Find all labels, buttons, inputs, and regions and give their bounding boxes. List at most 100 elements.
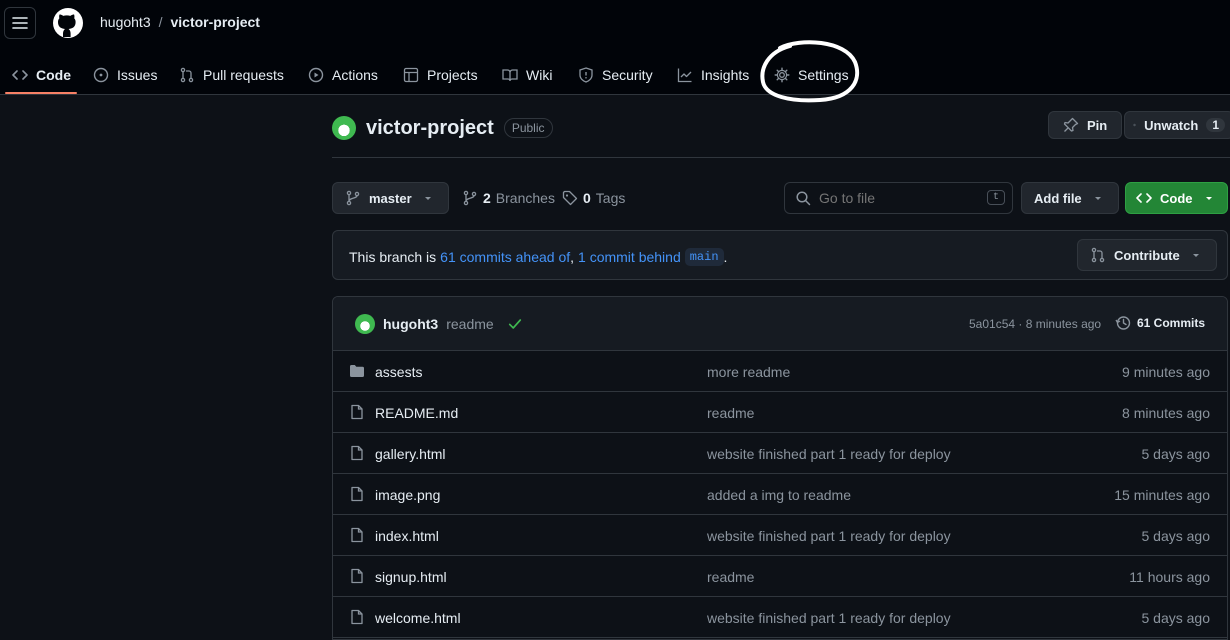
folder-icon-wrap bbox=[349, 363, 365, 379]
issue-icon bbox=[93, 67, 109, 83]
breadcrumb: hugoht3 / victor-project bbox=[100, 14, 260, 30]
chevron-down-icon bbox=[424, 197, 431, 200]
comma: , bbox=[570, 249, 575, 265]
tab-label: Insights bbox=[701, 67, 750, 83]
tab-label: Security bbox=[602, 67, 653, 83]
check-icon[interactable] bbox=[508, 317, 522, 331]
file-commit-message[interactable]: readme bbox=[707, 405, 754, 421]
repo-link[interactable]: victor-project bbox=[171, 14, 260, 30]
commits-history-link[interactable]: 61 Commits bbox=[1115, 315, 1205, 331]
unwatch-label: Unwatch bbox=[1144, 117, 1199, 133]
visibility-badge: Public bbox=[503, 118, 553, 138]
base-branch-tag[interactable]: main bbox=[684, 248, 724, 266]
tab-projects[interactable]: Projects bbox=[403, 56, 478, 94]
file-commit-time: 5 days ago bbox=[1141, 528, 1211, 544]
repo-name: victor-project bbox=[366, 116, 494, 139]
latest-commit-bar: hugoht3 readme 5a01c54 · 8 minutes ago 6… bbox=[333, 297, 1227, 351]
file-commit-message[interactable]: website finished part 1 ready for deploy bbox=[707, 446, 951, 462]
hamburger-icon bbox=[12, 17, 28, 29]
code-dropdown-button[interactable]: Code bbox=[1125, 182, 1228, 214]
tab-code[interactable]: Code bbox=[12, 56, 71, 94]
contribute-button[interactable]: Contribute bbox=[1077, 239, 1217, 271]
commit-message[interactable]: readme bbox=[446, 316, 493, 332]
active-tab-underline bbox=[5, 92, 77, 94]
file-row[interactable]: image.png added a img to readme 15 minutes… bbox=[333, 474, 1227, 515]
branch-icon bbox=[463, 190, 477, 206]
file-name-link[interactable]: welcome.html bbox=[375, 610, 461, 626]
file-commit-time: 5 days ago bbox=[1141, 446, 1211, 462]
branches-link[interactable]: 2 Branches bbox=[462, 190, 555, 206]
graph-icon bbox=[677, 68, 692, 83]
owner-avatar bbox=[332, 116, 356, 140]
file-icon-wrap bbox=[349, 404, 365, 420]
search-icon bbox=[796, 191, 811, 206]
add-file-label: Add file bbox=[1034, 190, 1082, 206]
file-icon-wrap bbox=[349, 486, 365, 502]
tab-pull-requests[interactable]: Pull requests bbox=[179, 56, 284, 94]
file-row[interactable]: assests more readme 9 minutes ago bbox=[333, 351, 1227, 392]
file-name-link[interactable]: README.md bbox=[375, 405, 458, 421]
code-icon bbox=[12, 70, 28, 80]
pull-request-icon bbox=[180, 67, 194, 83]
chevron-down-icon bbox=[1205, 197, 1212, 200]
tab-issues[interactable]: Issues bbox=[93, 56, 157, 94]
chevron-down-icon bbox=[1192, 254, 1199, 257]
repo-nav-tabs: Code Issues Pull requests Actions Projec… bbox=[0, 56, 1230, 94]
menu-button[interactable] bbox=[4, 7, 36, 39]
file-row[interactable]: README.md readme 8 minutes ago bbox=[333, 392, 1227, 433]
go-to-file-search[interactable]: t bbox=[784, 182, 1013, 214]
code-icon bbox=[1136, 193, 1152, 203]
repo-title-row: victor-project Public bbox=[332, 113, 553, 143]
branch-icon bbox=[346, 190, 360, 206]
tags-label: Tags bbox=[595, 190, 626, 206]
commit-author-name[interactable]: hugoht3 bbox=[383, 316, 438, 332]
tab-actions[interactable]: Actions bbox=[308, 56, 378, 94]
tab-insights[interactable]: Insights bbox=[677, 56, 749, 94]
tab-wiki[interactable]: Wiki bbox=[502, 56, 552, 94]
file-icon bbox=[351, 568, 363, 584]
commit-hash-time[interactable]: 5a01c54 · 8 minutes ago bbox=[969, 317, 1101, 331]
file-name-link[interactable]: image.png bbox=[375, 487, 440, 503]
file-icon bbox=[351, 609, 363, 625]
branch-status-prefix: This branch is bbox=[349, 249, 437, 265]
file-name-link[interactable]: gallery.html bbox=[375, 446, 446, 462]
add-file-button[interactable]: Add file bbox=[1021, 182, 1119, 214]
unwatch-button[interactable]: Unwatch 1 bbox=[1124, 111, 1230, 139]
file-commit-message[interactable]: added a img to readme bbox=[707, 487, 851, 503]
file-row[interactable]: index.html website finished part 1 ready … bbox=[333, 515, 1227, 556]
tags-link[interactable]: 0 Tags bbox=[562, 190, 625, 206]
branch-selector[interactable]: master bbox=[332, 182, 449, 214]
file-name-link[interactable]: signup.html bbox=[375, 569, 447, 585]
file-commit-time: 9 minutes ago bbox=[1122, 364, 1210, 380]
play-icon bbox=[308, 67, 324, 83]
pin-label: Pin bbox=[1087, 117, 1108, 133]
file-icon-wrap bbox=[349, 568, 365, 584]
file-row[interactable]: gallery.html website finished part 1 read… bbox=[333, 433, 1227, 474]
file-name-link[interactable]: assests bbox=[375, 364, 422, 380]
file-name-link[interactable]: index.html bbox=[375, 528, 439, 544]
github-logo-icon[interactable] bbox=[52, 7, 84, 39]
tab-security[interactable]: Security bbox=[578, 56, 653, 94]
file-row[interactable]: welcome.html website finished part 1 read… bbox=[333, 597, 1227, 638]
divider bbox=[332, 157, 1230, 158]
file-commit-message[interactable]: readme bbox=[707, 569, 754, 585]
commits-behind-link[interactable]: 1 commit behind bbox=[578, 249, 681, 265]
folder-icon bbox=[350, 365, 364, 377]
annotation-circle bbox=[760, 40, 860, 103]
tags-count: 0 bbox=[583, 190, 591, 206]
file-browser: hugoht3 readme 5a01c54 · 8 minutes ago 6… bbox=[332, 296, 1228, 640]
commits-ahead-link[interactable]: 61 commits ahead of bbox=[440, 249, 570, 265]
branch-compare-banner: This branch is 61 commits ahead of, 1 co… bbox=[332, 230, 1228, 280]
file-commit-message[interactable]: website finished part 1 ready for deploy bbox=[707, 528, 951, 544]
file-row[interactable]: signup.html readme 11 hours ago bbox=[333, 556, 1227, 597]
branches-label: Branches bbox=[495, 190, 555, 206]
owner-link[interactable]: hugoht3 bbox=[100, 14, 151, 30]
file-commit-time: 11 hours ago bbox=[1129, 569, 1210, 585]
file-commit-message[interactable]: more readme bbox=[707, 364, 790, 380]
search-input[interactable] bbox=[819, 190, 969, 206]
table-icon bbox=[403, 67, 419, 83]
pin-button[interactable]: Pin bbox=[1048, 111, 1123, 139]
file-commit-message[interactable]: website finished part 1 ready for deploy bbox=[707, 610, 951, 626]
branch-status-text: This branch is 61 commits ahead of, 1 co… bbox=[349, 248, 727, 266]
avatar[interactable] bbox=[355, 314, 375, 334]
